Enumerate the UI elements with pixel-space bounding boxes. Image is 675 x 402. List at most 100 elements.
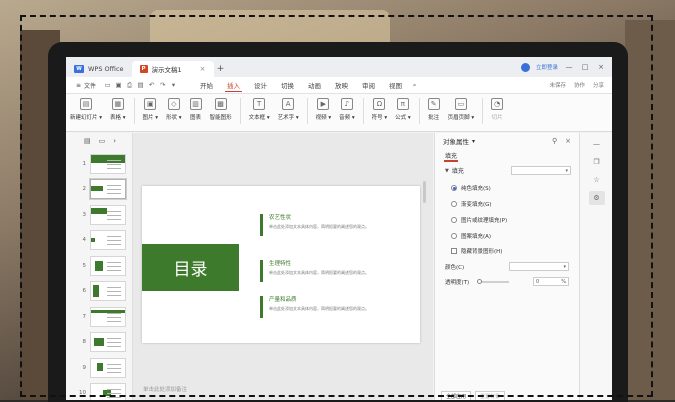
gradient-fill-radio[interactable]: [451, 201, 457, 207]
shape-button[interactable]: ◇ 形状 ▾: [162, 98, 186, 121]
pattern-fill-radio[interactable]: [451, 233, 457, 239]
slide-thumbnail[interactable]: [90, 332, 126, 353]
minimize-button[interactable]: —: [564, 63, 574, 71]
share-button[interactable]: 分享: [593, 81, 604, 89]
comment-button[interactable]: ✎ 批注: [424, 98, 444, 121]
close-panel-icon[interactable]: ×: [565, 137, 571, 145]
tab-transition[interactable]: 切换: [274, 77, 301, 93]
properties-settings-icon[interactable]: ⚙: [588, 191, 605, 205]
slide-thumbnail[interactable]: [90, 179, 126, 200]
slide-thumbnail[interactable]: [90, 204, 126, 225]
wordart-button[interactable]: A 艺术字 ▾: [274, 98, 303, 121]
picture-button[interactable]: ▣ 图片 ▾: [139, 98, 163, 121]
fill-section-header[interactable]: ▼ 填充 ▾: [445, 166, 571, 175]
new-slide-button[interactable]: ▤ 新建幻灯片 ▾: [66, 98, 106, 121]
thumbnail-row[interactable]: 6: [66, 279, 132, 305]
redo-icon[interactable]: ↷: [157, 81, 168, 89]
toc-entry[interactable]: 生理特性 单击此处添加文本具体内容，简明扼要的阐述您的观点。: [260, 260, 410, 282]
collab-button[interactable]: 协作: [574, 81, 585, 89]
video-button[interactable]: ▶ 视频 ▾: [312, 98, 336, 121]
textbox-button[interactable]: T 文本框 ▾: [245, 98, 274, 121]
save-icon[interactable]: ▣: [113, 81, 124, 89]
fill-tab[interactable]: 填充: [445, 151, 457, 160]
slide-thumbnail[interactable]: [90, 281, 126, 302]
wps-home-tab[interactable]: W WPS Office: [66, 61, 132, 77]
transparency-slider-knob[interactable]: [477, 278, 483, 284]
document-tab[interactable]: P 演示文稿1 ×: [131, 61, 214, 77]
slide-canvas[interactable]: 目录 农艺性状 单击此处添加文本具体内容，简明扼要的阐述您的观点。 生理特性 单…: [133, 133, 433, 400]
formula-button[interactable]: π 公式 ▾: [391, 98, 415, 121]
tab-review[interactable]: 审阅: [355, 77, 382, 93]
slide-title-box[interactable]: 目录: [142, 244, 239, 291]
tab-insert[interactable]: 插入: [220, 77, 247, 93]
canvas-scrollbar[interactable]: [423, 181, 426, 203]
login-link[interactable]: 立即登录: [536, 63, 558, 71]
picture-fill-radio[interactable]: [451, 217, 457, 223]
picture-fill-option[interactable]: 图片或纹理填充(P): [451, 216, 507, 224]
tab-home[interactable]: 开始: [193, 77, 220, 93]
slide-thumbnail[interactable]: [90, 153, 126, 174]
hide-background-option[interactable]: 隐藏背景图形(H): [451, 247, 502, 255]
unsaved-status[interactable]: 未保存: [549, 81, 566, 89]
table-button[interactable]: ▦ 表格 ▾: [106, 98, 130, 121]
pattern-fill-option[interactable]: 图案填充(A): [451, 232, 491, 240]
quick-access-dropdown-icon[interactable]: ▾: [168, 81, 179, 89]
thumbnail-row[interactable]: 1: [66, 151, 132, 177]
thumbnail-row[interactable]: 7: [66, 304, 132, 330]
thumbnail-row[interactable]: 3: [66, 202, 132, 228]
thumbnail-row[interactable]: 8: [66, 330, 132, 356]
tab-slideshow[interactable]: 放映: [328, 77, 355, 93]
reset-background-button[interactable]: 重置背景: [475, 391, 506, 400]
notes-placeholder[interactable]: 单击此处添加备注: [143, 385, 187, 393]
maximize-button[interactable]: □: [580, 63, 590, 71]
color-dropdown[interactable]: ▾: [509, 262, 569, 271]
apply-all-button[interactable]: 全部应用: [441, 391, 472, 400]
thumbnail-row[interactable]: 10: [66, 381, 132, 400]
symbol-button[interactable]: Ω 符号 ▾: [368, 98, 392, 121]
header-footer-button[interactable]: ▭ 页眉页脚 ▾: [444, 98, 479, 121]
slice-button[interactable]: ◔ 切片: [487, 98, 507, 121]
collapse-sidebar-icon[interactable]: —: [589, 137, 605, 151]
toc-entry[interactable]: 农艺性状 单击此处添加文本具体内容，简明扼要的阐述您的观点。: [260, 214, 410, 236]
collapse-pane-icon[interactable]: ›: [113, 137, 116, 151]
slide-thumbnail[interactable]: [90, 306, 126, 327]
outline-view-icon[interactable]: ▤: [84, 137, 91, 151]
close-tab-icon[interactable]: ×: [200, 65, 206, 73]
copy-format-icon[interactable]: ❐: [589, 155, 605, 169]
current-slide[interactable]: 目录 农艺性状 单击此处添加文本具体内容，简明扼要的阐述您的观点。 生理特性 单…: [142, 186, 420, 343]
solid-fill-option[interactable]: 纯色填充(S): [451, 184, 491, 192]
undo-icon[interactable]: ↶: [146, 81, 157, 89]
transparency-input[interactable]: 0 %: [533, 277, 569, 286]
tab-animation[interactable]: 动画: [301, 77, 328, 93]
close-window-button[interactable]: ×: [596, 63, 606, 71]
smartart-button[interactable]: ▩ 智能图形: [206, 98, 236, 121]
new-tab-button[interactable]: +: [214, 61, 228, 77]
toc-entry[interactable]: 产量和品质 单击此处添加文本具体内容，简明扼要的阐述您的观点。: [260, 296, 410, 318]
hide-background-checkbox[interactable]: [451, 248, 457, 254]
panel-title-dropdown-icon[interactable]: ▾: [472, 138, 475, 145]
pin-icon[interactable]: ⚲: [552, 137, 557, 145]
tab-view[interactable]: 视图: [382, 77, 409, 93]
thumbnail-row[interactable]: 9: [66, 355, 132, 381]
chart-button[interactable]: ▥ 图表: [186, 98, 206, 121]
slide-thumbnail[interactable]: [90, 357, 126, 378]
user-avatar-icon[interactable]: [520, 62, 530, 72]
audio-button[interactable]: ♪ 音频 ▾: [335, 98, 359, 121]
gradient-fill-option[interactable]: 渐变填充(G): [451, 200, 492, 208]
slide-thumbnail[interactable]: [90, 230, 126, 251]
search-icon[interactable]: ⌕: [409, 81, 420, 90]
transparency-slider[interactable]: [477, 278, 510, 284]
thumbnail-row[interactable]: 2: [66, 177, 132, 203]
solid-fill-radio[interactable]: [451, 185, 457, 191]
slide-thumbnail[interactable]: [90, 383, 126, 400]
slide-view-icon[interactable]: ▭: [99, 137, 106, 151]
thumbnail-row[interactable]: 5: [66, 253, 132, 279]
thumbnail-row[interactable]: 4: [66, 228, 132, 254]
preview-icon[interactable]: ▤: [135, 81, 146, 89]
fill-dropdown[interactable]: ▾: [511, 166, 571, 175]
tab-design[interactable]: 设计: [247, 77, 274, 93]
favorite-star-icon[interactable]: ☆: [589, 173, 605, 187]
print-icon[interactable]: ⎙: [124, 81, 135, 90]
open-folder-icon[interactable]: ▭: [102, 81, 113, 89]
slide-thumbnail[interactable]: [90, 255, 126, 276]
